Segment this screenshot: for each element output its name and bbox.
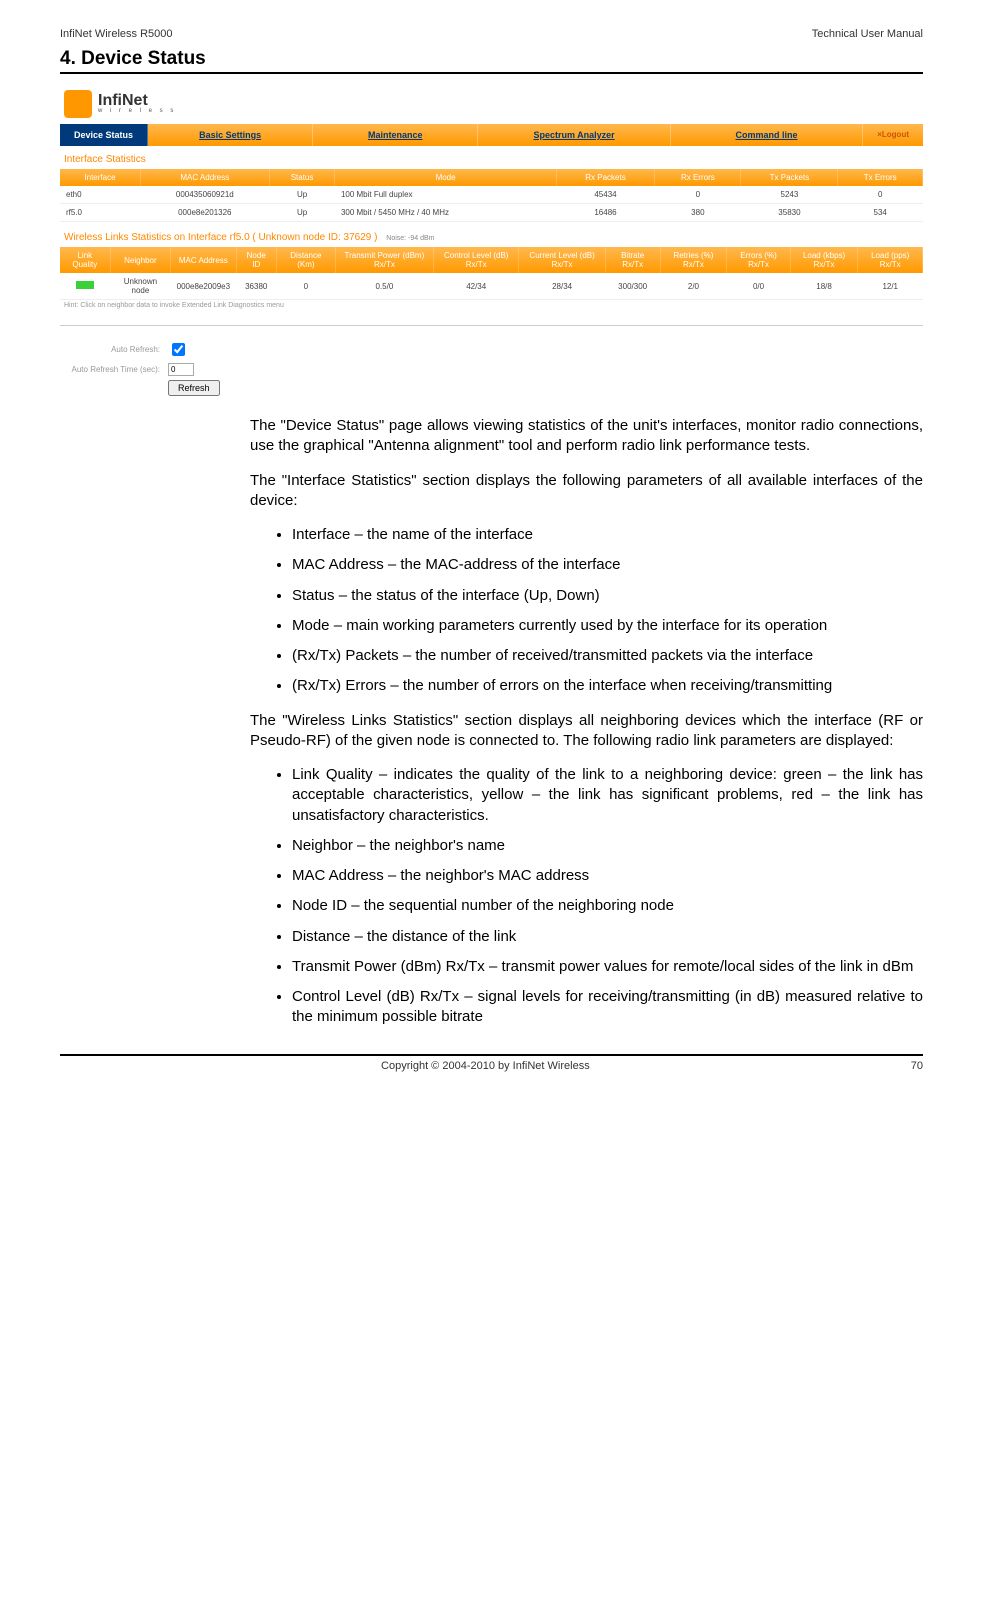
wireless-links-table: Link Quality Neighbor MAC Address Node I… (60, 247, 923, 300)
tab-maintenance[interactable]: Maintenance (313, 124, 478, 146)
list-item: Link Quality – indicates the quality of … (292, 765, 923, 826)
tab-spectrum-analyzer[interactable]: Spectrum Analyzer (478, 124, 670, 146)
auto-refresh-time-input[interactable] (168, 363, 194, 376)
section-heading: 4. Device Status (60, 48, 923, 70)
table-row[interactable]: Unknown node 000e8e2009e3 36380 0 0.5/0 … (60, 273, 923, 300)
col-rxp: Rx Packets (556, 169, 655, 186)
paragraph: The "Wireless Links Statistics" section … (250, 711, 923, 752)
tab-basic-settings[interactable]: Basic Settings (148, 124, 313, 146)
list-item: MAC Address – the MAC-address of the int… (292, 555, 923, 575)
hint-text: Hint: Click on neighbor data to invoke E… (60, 300, 923, 311)
copyright-text: Copyright © 2004-2010 by InfiNet Wireles… (60, 1060, 911, 1072)
col-interface: Interface (60, 169, 140, 186)
tab-command-line[interactable]: Command line (671, 124, 863, 146)
col-status: Status (269, 169, 335, 186)
list-item: Distance – the distance of the link (292, 927, 923, 947)
auto-refresh-time-label: Auto Refresh Time (sec): (60, 365, 168, 374)
list-item: Control Level (dB) Rx/Tx – signal levels… (292, 987, 923, 1028)
tab-bar: Device Status Basic Settings Maintenance… (60, 124, 923, 146)
page-header: InfiNet Wireless R5000 Technical User Ma… (60, 28, 923, 40)
col-txp: Tx Packets (741, 169, 838, 186)
page-footer: Copyright © 2004-2010 by InfiNet Wireles… (60, 1060, 923, 1072)
paragraph: The "Interface Statistics" section displ… (250, 471, 923, 512)
logo-text: InfiNet (98, 94, 176, 108)
auto-refresh-block: Auto Refresh: Auto Refresh Time (sec): R… (60, 340, 923, 396)
separator (60, 325, 923, 326)
logo-row: InfiNet w i r e l e s s (60, 84, 923, 124)
header-right: Technical User Manual (812, 28, 923, 40)
list-item: MAC Address – the neighbor's MAC address (292, 866, 923, 886)
list-item: Neighbor – the neighbor's name (292, 836, 923, 856)
col-rxe: Rx Errors (655, 169, 741, 186)
list-item: Mode – main working parameters currently… (292, 616, 923, 636)
list-item: (Rx/Tx) Packets – the number of received… (292, 646, 923, 666)
col-mac: MAC Address (140, 169, 269, 186)
infinet-logo-icon (64, 90, 92, 118)
list-item: Transmit Power (dBm) Rx/Tx – transmit po… (292, 957, 923, 977)
page-number: 70 (911, 1060, 923, 1072)
list-item: Node ID – the sequential number of the n… (292, 896, 923, 916)
device-status-screenshot: InfiNet w i r e l e s s Device Status Ba… (60, 84, 923, 396)
interface-statistics-title: Interface Statistics (60, 146, 923, 169)
auto-refresh-checkbox[interactable] (172, 343, 185, 356)
link-quality-indicator (76, 281, 94, 289)
logout-link[interactable]: ×Logout (863, 124, 923, 146)
bullet-list: Link Quality – indicates the quality of … (250, 765, 923, 1028)
col-txe: Tx Errors (838, 169, 923, 186)
table-row: eth0 000435060921d Up 100 Mbit Full dupl… (60, 186, 923, 204)
document-body: The "Device Status" page allows viewing … (250, 416, 923, 1028)
table-row: rf5.0 000e8e201326 Up 300 Mbit / 5450 MH… (60, 204, 923, 222)
list-item: Status – the status of the interface (Up… (292, 586, 923, 606)
bullet-list: Interface – the name of the interface MA… (250, 525, 923, 697)
logo-subtext: w i r e l e s s (98, 108, 176, 114)
tab-device-status[interactable]: Device Status (60, 124, 148, 146)
footer-divider (60, 1054, 923, 1056)
list-item: (Rx/Tx) Errors – the number of errors on… (292, 676, 923, 696)
col-mode: Mode (335, 169, 556, 186)
interface-statistics-table: Interface MAC Address Status Mode Rx Pac… (60, 169, 923, 222)
list-item: Interface – the name of the interface (292, 525, 923, 545)
wireless-links-title: Wireless Links Statistics on Interface r… (60, 222, 923, 247)
header-left: InfiNet Wireless R5000 (60, 28, 173, 40)
section-divider (60, 72, 923, 74)
auto-refresh-label: Auto Refresh: (60, 345, 168, 354)
refresh-button[interactable]: Refresh (168, 380, 220, 396)
noise-label: Noise: -94 dBm (386, 235, 434, 242)
paragraph: The "Device Status" page allows viewing … (250, 416, 923, 457)
